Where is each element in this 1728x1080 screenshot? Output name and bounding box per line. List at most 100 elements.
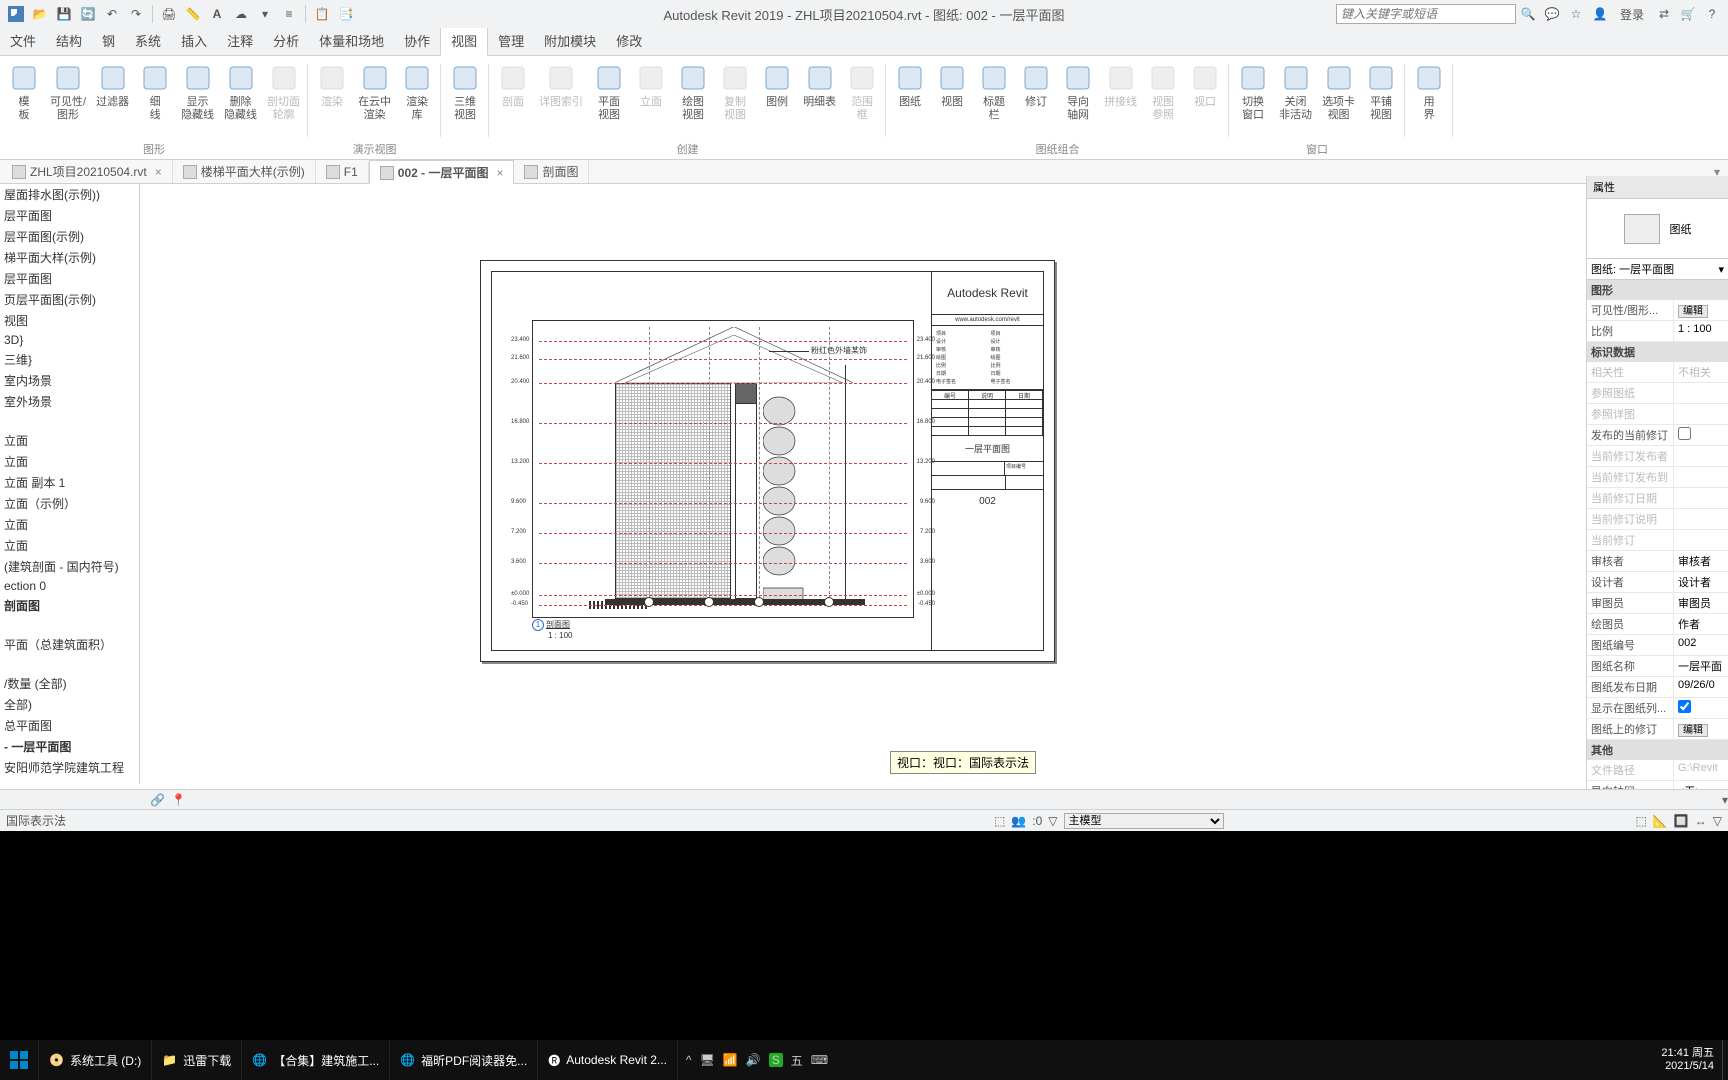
ribbon-绘图视图[interactable]: 绘图 视图 — [673, 60, 713, 124]
tab-结构[interactable]: 结构 — [46, 26, 92, 55]
exchange-icon[interactable]: ⇄ — [1653, 3, 1675, 25]
doc-tab[interactable]: 002 - 一层平面图× — [369, 160, 515, 184]
tree-item[interactable]: 页层平面图(示例) — [0, 289, 139, 310]
tree-item[interactable]: 屋面排水图(示例)) — [0, 184, 139, 205]
tab-系统[interactable]: 系统 — [125, 26, 171, 55]
model-select[interactable]: 主模型 — [1064, 813, 1224, 829]
tree-item[interactable]: 室内场景 — [0, 370, 139, 391]
ribbon-视图[interactable]: 视图 — [932, 60, 972, 111]
revit-logo[interactable] — [5, 3, 27, 25]
close-icon[interactable]: × — [155, 165, 162, 179]
tree-item[interactable] — [0, 412, 139, 430]
taskbar-clock[interactable]: 21:41 周五2021/5/14 — [1653, 1047, 1722, 1073]
taskbar-app[interactable]: 📀系统工具 (D:) — [39, 1040, 152, 1080]
edit-revisions-button[interactable]: 编辑 — [1678, 724, 1708, 737]
tree-item[interactable]: - 一层平面图 — [0, 736, 139, 757]
ribbon-细线[interactable]: 细 线 — [135, 60, 175, 124]
comm-icon[interactable]: 💬 — [1541, 3, 1563, 25]
cart-icon[interactable]: 🛒 — [1677, 3, 1699, 25]
publish-current-rev-checkbox[interactable] — [1678, 427, 1691, 440]
addins-icon[interactable]: 📋 — [311, 3, 333, 25]
ribbon-标题栏[interactable]: 标题 栏 — [974, 60, 1014, 124]
filter-icon[interactable]: ▽ — [1048, 814, 1057, 828]
tab-视图[interactable]: 视图 — [440, 25, 488, 56]
ribbon-在云中渲染[interactable]: 在云中 渲染 — [354, 60, 395, 124]
tray-keyboard-icon[interactable]: ⌨ — [811, 1053, 828, 1067]
project-browser[interactable]: 屋面排水图(示例))层平面图层平面图(示例)梯平面大样(示例)层平面图页层平面图… — [0, 184, 140, 784]
tab-修改[interactable]: 修改 — [606, 26, 652, 55]
print-icon[interactable]: 🖨 — [158, 3, 180, 25]
viewport[interactable]: 粉红色外墙某饰 — [532, 320, 914, 618]
tab-钢[interactable]: 钢 — [92, 26, 125, 55]
settings-icon[interactable]: ≡ — [278, 3, 300, 25]
ribbon-模板[interactable]: 模 板 — [4, 60, 44, 124]
tree-item[interactable]: 层平面图 — [0, 205, 139, 226]
open-icon[interactable]: 📂 — [29, 3, 51, 25]
show-in-list-checkbox[interactable] — [1678, 700, 1691, 713]
tray-wifi-icon[interactable]: 📶 — [723, 1053, 738, 1067]
tree-item[interactable]: 立面 — [0, 451, 139, 472]
help-icon[interactable]: ? — [1701, 3, 1723, 25]
tree-item[interactable]: /数量 (全部) — [0, 673, 139, 694]
ribbon-图例[interactable]: 图例 — [757, 60, 797, 111]
search-input[interactable] — [1336, 4, 1516, 24]
user-icon[interactable]: 👤 — [1589, 3, 1611, 25]
tray-vol-icon[interactable]: 🔊 — [746, 1053, 761, 1067]
canvas[interactable]: Autodesk Revit www.autodesk.com/revit 项目… — [140, 184, 1728, 784]
tab-体量和场地[interactable]: 体量和场地 — [309, 26, 394, 55]
ribbon-切换窗口[interactable]: 切换 窗口 — [1233, 60, 1273, 124]
ribbon-选项卡视图[interactable]: 选项卡 视图 — [1318, 60, 1359, 124]
ribbon-显示隐藏线[interactable]: 显示 隐藏线 — [177, 60, 218, 124]
cloud-icon[interactable]: ☁ — [230, 3, 252, 25]
tree-item[interactable]: 平面（总建筑面积） — [0, 634, 139, 655]
taskbar-app[interactable]: 🅡Autodesk Revit 2... — [538, 1040, 678, 1080]
tab-附加模块[interactable]: 附加模块 — [534, 26, 606, 55]
ribbon-渲染库[interactable]: 渲染 库 — [397, 60, 437, 124]
workset-icon[interactable]: 👥 — [1011, 814, 1026, 828]
text-icon[interactable]: A — [206, 3, 228, 25]
ribbon-修订[interactable]: 修订 — [1016, 60, 1056, 111]
ribbon-三维视图[interactable]: 三维 视图 — [445, 60, 485, 124]
start-button[interactable] — [0, 1040, 39, 1080]
tree-item[interactable]: 全部) — [0, 694, 139, 715]
login-text[interactable]: 登录 — [1620, 6, 1644, 23]
tree-item[interactable]: 立面 副本 1 — [0, 472, 139, 493]
tray-ime-text[interactable]: 五 — [791, 1052, 803, 1069]
undo-icon[interactable]: ↶ — [101, 3, 123, 25]
close-icon[interactable]: × — [496, 166, 503, 180]
tree-item[interactable]: 层平面图(示例) — [0, 226, 139, 247]
taskbar-app[interactable]: 🌐福昕PDF阅读器免... — [390, 1040, 538, 1080]
tray-ime-badge[interactable]: S — [769, 1053, 783, 1067]
tab-注释[interactable]: 注释 — [217, 26, 263, 55]
tab-分析[interactable]: 分析 — [263, 26, 309, 55]
save-icon[interactable]: 💾 — [53, 3, 75, 25]
select-icon[interactable]: ⬚ — [994, 814, 1005, 828]
sb-icon3[interactable]: 🔲 — [1674, 814, 1689, 828]
chevron-down-icon[interactable]: ▾ — [1718, 263, 1724, 276]
sb-icon5[interactable]: ▽ — [1713, 814, 1722, 828]
tree-item[interactable] — [0, 616, 139, 634]
ribbon-关闭非活动[interactable]: 关闭 非活动 — [1275, 60, 1316, 124]
star-icon[interactable]: ☆ — [1565, 3, 1587, 25]
addins2-icon[interactable]: 📑 — [335, 3, 357, 25]
vcb-dropdown-icon[interactable]: ▾ — [1722, 793, 1728, 807]
sync-icon[interactable]: 🔄 — [77, 3, 99, 25]
ribbon-平面视图[interactable]: 平面 视图 — [589, 60, 629, 124]
system-tray[interactable]: ^ 🖥 📶 🔊 S 五 ⌨ — [678, 1052, 836, 1069]
dropdown-icon[interactable]: ▾ — [254, 3, 276, 25]
binoculars-icon[interactable]: 🔍 — [1517, 3, 1539, 25]
ribbon-导向轴网[interactable]: 导向 轴网 — [1058, 60, 1098, 124]
ribbon-平铺视图[interactable]: 平铺 视图 — [1361, 60, 1401, 124]
edit-visibility-button[interactable]: 编辑 — [1678, 305, 1708, 318]
pin-icon[interactable]: 📍 — [171, 793, 186, 807]
doc-tab[interactable]: ZHL项目20210504.rvt× — [2, 160, 173, 183]
tree-item[interactable] — [0, 655, 139, 673]
tab-插入[interactable]: 插入 — [171, 26, 217, 55]
doc-tab[interactable]: F1 — [316, 162, 369, 182]
tab-文件[interactable]: 文件 — [0, 26, 46, 55]
sb-icon4[interactable]: ↔ — [1695, 814, 1707, 828]
redo-icon[interactable]: ↷ — [125, 3, 147, 25]
sb-icon2[interactable]: 📐 — [1653, 814, 1668, 828]
taskbar-app[interactable]: 📁迅雷下载 — [152, 1040, 242, 1080]
ribbon-过滤器[interactable]: 过滤器 — [92, 60, 133, 111]
